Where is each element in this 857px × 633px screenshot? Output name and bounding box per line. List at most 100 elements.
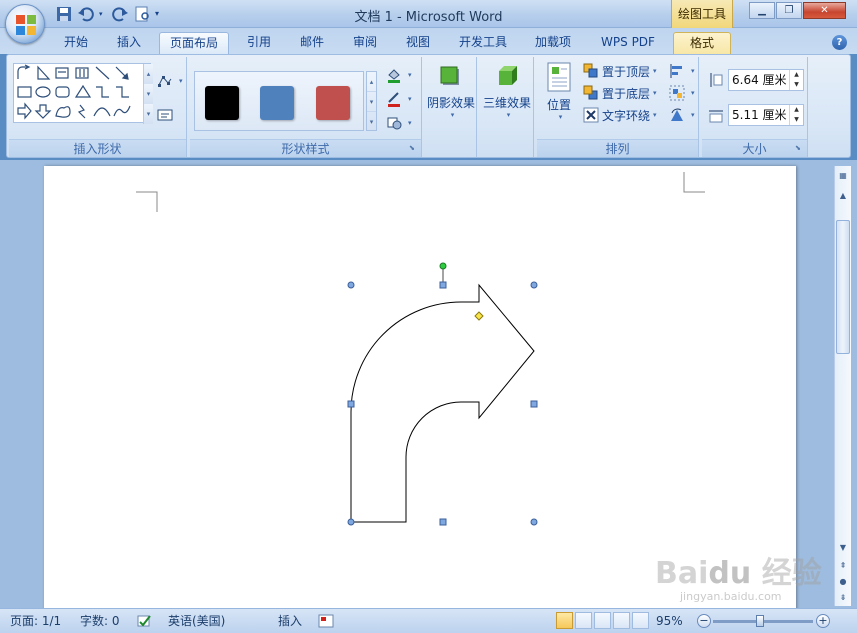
- zoom-in-icon[interactable]: +: [816, 614, 830, 628]
- resize-handle-right[interactable]: [530, 400, 538, 408]
- scroll-down-arrow-icon[interactable]: ▼: [835, 540, 851, 556]
- tab-page-layout[interactable]: 页面布局: [159, 32, 229, 54]
- bent-arrow-shape[interactable]: [350, 283, 535, 523]
- close-button[interactable]: ✕: [803, 2, 846, 19]
- margin-mark-left: [136, 191, 158, 212]
- group-insert-shapes: ▴ ▾ ▾ ▾ 插入形状: [9, 57, 187, 157]
- shape-height-icon: [710, 73, 723, 87]
- style-swatch-red[interactable]: [316, 86, 350, 120]
- shape-gallery-more[interactable]: ▾: [143, 104, 153, 124]
- scroll-up-arrow-icon[interactable]: ▲: [835, 188, 851, 204]
- rotation-handle[interactable]: [439, 262, 447, 270]
- maximize-button[interactable]: ❐: [776, 2, 802, 19]
- draft-view-icon[interactable]: [632, 612, 649, 629]
- shape-height-input[interactable]: 6.64 厘米 ▲ ▼: [728, 69, 804, 91]
- style-gallery-scroll[interactable]: ▴ ▾ ▾: [366, 71, 377, 131]
- position-icon: [547, 62, 571, 92]
- position-label: 位置: [546, 98, 571, 112]
- print-layout-view-icon[interactable]: [556, 612, 573, 629]
- width-spinner[interactable]: ▲ ▼: [789, 105, 803, 125]
- resize-handle-top[interactable]: [439, 281, 447, 289]
- 3d-effects-label: 三维效果: [482, 96, 531, 110]
- browse-object-icon[interactable]: ●: [835, 574, 851, 590]
- tab-review[interactable]: 审阅: [341, 32, 389, 54]
- rotate-button[interactable]: ▾: [669, 105, 695, 125]
- shape-gallery-scroll-up[interactable]: ▴: [143, 64, 153, 84]
- office-button[interactable]: [5, 4, 45, 44]
- style-swatch-blue[interactable]: [260, 86, 294, 120]
- shape-gallery[interactable]: ▴ ▾ ▾: [13, 63, 153, 124]
- next-page-icon[interactable]: ⇟: [835, 590, 851, 606]
- resize-handle-bottom-right[interactable]: [530, 518, 538, 526]
- document-page[interactable]: [44, 166, 796, 614]
- full-screen-reading-icon[interactable]: [575, 612, 592, 629]
- zoom-level[interactable]: 95%: [656, 613, 683, 630]
- scrollbar-thumb[interactable]: [836, 220, 850, 354]
- tab-mailings[interactable]: 邮件: [288, 32, 336, 54]
- web-layout-icon[interactable]: [594, 612, 611, 629]
- tab-developer[interactable]: 开发工具: [448, 32, 518, 54]
- size-dialog-launcher-icon[interactable]: ⬊: [795, 144, 804, 153]
- shape-style-gallery[interactable]: [194, 71, 364, 131]
- height-spinner[interactable]: ▲ ▼: [789, 70, 803, 90]
- change-shape-button[interactable]: ▾: [386, 113, 412, 133]
- zoom-slider-thumb[interactable]: [756, 615, 764, 627]
- ruler-toggle-icon[interactable]: ▦: [835, 168, 851, 184]
- shape-outline-button[interactable]: ▾: [386, 89, 412, 109]
- send-to-back-button[interactable]: 置于底层 ▾: [583, 83, 657, 103]
- language[interactable]: 英语(美国): [168, 613, 225, 630]
- shadow-effects-button[interactable]: 阴影效果 ▾: [425, 61, 477, 119]
- insert-mode[interactable]: 插入: [278, 613, 302, 630]
- outline-view-icon[interactable]: [613, 612, 630, 629]
- tab-insert[interactable]: 插入: [105, 32, 153, 54]
- page-canvas: [136, 172, 705, 526]
- macro-record-icon[interactable]: [318, 613, 334, 630]
- vertical-scrollbar[interactable]: ▦ ▲ ▼ ⇞ ● ⇟: [834, 166, 851, 606]
- tab-references[interactable]: 引用: [235, 32, 283, 54]
- view-buttons: [556, 612, 649, 629]
- dialog-launcher-icon[interactable]: ⬊: [409, 144, 418, 153]
- resize-handle-top-left[interactable]: [347, 281, 355, 289]
- word-count[interactable]: 字数: 0: [80, 613, 120, 630]
- previous-page-icon[interactable]: ⇞: [835, 558, 851, 574]
- tab-addins[interactable]: 加载项: [523, 32, 583, 54]
- tab-home[interactable]: 开始: [52, 32, 100, 54]
- text-wrapping-button[interactable]: 文字环绕 ▾: [583, 105, 657, 125]
- 3d-effect-icon: [499, 66, 517, 85]
- page-count[interactable]: 页面: 1/1: [10, 613, 61, 630]
- group-shadow-effects: 阴影效果 ▾: [425, 57, 477, 157]
- shape-gallery-scroll-down[interactable]: ▾: [143, 84, 153, 104]
- text-wrap-icon: [583, 107, 599, 123]
- minimize-button[interactable]: ▁: [749, 2, 775, 19]
- minimize-icon: ▁: [758, 5, 766, 16]
- bring-to-front-button[interactable]: 置于顶层 ▾: [583, 61, 657, 81]
- proofing-icon[interactable]: [136, 613, 152, 630]
- tab-wps-pdf[interactable]: WPS PDF: [590, 32, 666, 54]
- add-text-button[interactable]: [157, 105, 176, 125]
- scroll-up-icon[interactable]: ▴: [367, 72, 376, 92]
- close-icon: ✕: [820, 5, 829, 16]
- scroll-down-icon[interactable]: ▾: [367, 92, 376, 112]
- shadow-effects-label: 阴影效果: [426, 96, 475, 110]
- gallery-more-icon[interactable]: ▾: [367, 112, 376, 132]
- align-button[interactable]: ▾: [669, 61, 695, 81]
- edit-points-icon: [158, 76, 172, 87]
- edit-shape-button[interactable]: ▾: [157, 71, 183, 91]
- style-swatch-black[interactable]: [205, 86, 239, 120]
- resize-handle-left[interactable]: [347, 400, 355, 408]
- tab-view[interactable]: 视图: [394, 32, 442, 54]
- tab-format[interactable]: 格式: [673, 32, 731, 54]
- shape-width-input[interactable]: 5.11 厘米 ▲ ▼: [728, 104, 804, 126]
- position-button[interactable]: 位置 ▾: [539, 61, 579, 121]
- resize-handle-bottom[interactable]: [439, 518, 447, 526]
- resize-handle-top-right[interactable]: [530, 281, 538, 289]
- group-size: 6.64 厘米 ▲ ▼ 5.11 厘米 ▲ ▼ 大小 ⬊: [702, 57, 808, 157]
- group-objects-button[interactable]: ▾: [669, 83, 695, 103]
- help-icon[interactable]: ?: [832, 35, 847, 50]
- size-label: 大小: [702, 139, 807, 157]
- shape-fill-button[interactable]: ▾: [386, 65, 412, 85]
- 3d-effects-button[interactable]: 三维效果 ▾: [480, 61, 534, 119]
- ribbon-panel: ▴ ▾ ▾ ▾ 插入形状 ▴ ▾ ▾ ▾ ▾ ▾ 形状样式 ⬊ 阴影效果 ▾ 三…: [6, 54, 851, 158]
- resize-handle-bottom-left[interactable]: [347, 518, 355, 526]
- zoom-out-icon[interactable]: −: [697, 614, 711, 628]
